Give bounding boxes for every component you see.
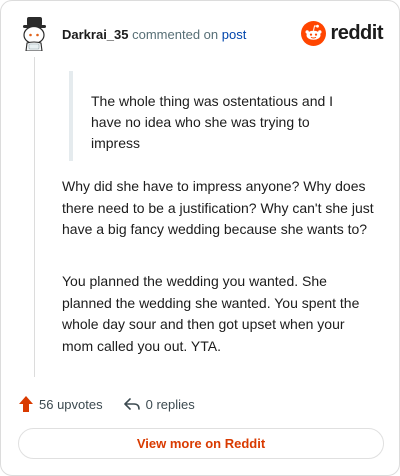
quote-text: The whole thing was ostentatious and I h… bbox=[91, 93, 334, 151]
reddit-logo[interactable]: reddit bbox=[301, 20, 383, 46]
quote-block: The whole thing was ostentatious and I h… bbox=[69, 71, 369, 161]
view-more-button[interactable]: View more on Reddit bbox=[18, 428, 384, 459]
thread-line bbox=[34, 57, 35, 377]
reddit-wordmark: reddit bbox=[330, 22, 383, 44]
comment-actions: 56 upvotes 0 replies bbox=[18, 393, 195, 415]
author-line: Darkrai_35 commented on post bbox=[62, 27, 246, 43]
reply-action[interactable]: 0 replies bbox=[123, 396, 195, 412]
comment-embed-card: Darkrai_35 commented on post reddit The … bbox=[0, 0, 400, 476]
upvote-action[interactable]: 56 upvotes bbox=[18, 395, 103, 413]
comment-header: Darkrai_35 commented on post reddit bbox=[18, 15, 383, 52]
reply-count: 0 replies bbox=[145, 396, 195, 412]
avatar[interactable] bbox=[18, 15, 50, 52]
author-name[interactable]: Darkrai_35 bbox=[62, 27, 129, 42]
upvote-count: 56 upvotes bbox=[39, 396, 103, 412]
post-link[interactable]: post bbox=[222, 27, 247, 42]
reply-icon bbox=[123, 398, 140, 410]
commented-on-text: commented on bbox=[132, 27, 219, 42]
reddit-snoo-icon bbox=[301, 20, 327, 46]
comment-paragraph-2: You planned the wedding you wanted. She … bbox=[62, 273, 360, 354]
comment-paragraph-1: Why did she have to impress anyone? Why … bbox=[62, 178, 374, 237]
avatar-icon bbox=[23, 17, 46, 52]
upvote-arrow-icon[interactable] bbox=[18, 395, 34, 413]
